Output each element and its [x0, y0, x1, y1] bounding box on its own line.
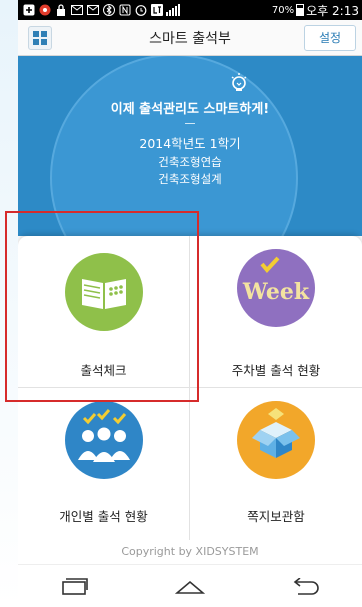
back-button[interactable]: [283, 572, 327, 602]
status-bar: 70% 오후 2:13: [18, 0, 362, 20]
info-banner: 이제 출석관리도 스마트하게! 2014학년도 1학기 건축조형연습 건축조형설…: [18, 56, 362, 236]
grid-menu-icon: [33, 30, 47, 45]
clock: 오후 2:13: [306, 3, 359, 18]
attendance-check-label: 출석체크: [80, 363, 127, 378]
battery-percentage: 70%: [271, 4, 295, 16]
mail-icon: [70, 4, 83, 17]
nfc-icon: [118, 4, 131, 17]
settings-button[interactable]: 설정: [304, 24, 356, 51]
lte-icon: [150, 4, 163, 17]
copyright-text: Copyright by XIDSYSTEM: [18, 540, 362, 564]
alarm-icon: [134, 4, 147, 17]
battery-icon: [296, 4, 305, 16]
course-name: 건축조형연습: [158, 155, 222, 169]
mail-icon: [86, 4, 99, 17]
signal-icon: [166, 4, 180, 16]
bluetooth-icon: [102, 4, 115, 17]
individual-status-label: 개인별 출석 현황: [59, 509, 148, 524]
message-box-label: 쪽지보관함: [247, 509, 305, 524]
message-box-tile[interactable]: 쪽지보관함: [190, 388, 362, 540]
menu-card: 출석체크 Week 주차별 출석 현황 개인별 출석 현황 쪽지보관함: [18, 236, 362, 540]
app-header: 스마트 출석부 설정: [18, 20, 362, 56]
course-name: 건축조형설계: [158, 172, 222, 186]
banner-divider: [185, 123, 195, 124]
semester-label: 2014학년도 1학기: [139, 136, 241, 151]
week-icon: Week: [237, 249, 315, 327]
lock-icon: [54, 4, 67, 17]
back-icon: [293, 577, 319, 595]
notification-icon: [38, 4, 51, 17]
navigation-bar: [18, 564, 362, 607]
weekly-status-label: 주차별 출석 현황: [231, 363, 321, 378]
banner-slogan: 이제 출석관리도 스마트하게!: [110, 102, 270, 117]
attendance-check-tile[interactable]: 출석체크: [18, 236, 190, 388]
people-icon: [65, 401, 143, 479]
grid-menu-button[interactable]: [28, 25, 52, 50]
svg-text:Week: Week: [242, 279, 310, 305]
home-icon: [174, 580, 205, 594]
background-pattern: [0, 0, 18, 607]
add-icon: [22, 4, 35, 17]
recent-apps-button[interactable]: [53, 572, 97, 602]
recent-apps-icon: [62, 577, 89, 595]
open-box-icon: [237, 401, 315, 479]
individual-status-tile[interactable]: 개인별 출석 현황: [18, 388, 190, 540]
home-button[interactable]: [168, 572, 212, 602]
book-icon: [65, 253, 143, 331]
lightbulb-icon: [231, 73, 247, 91]
weekly-status-tile[interactable]: Week 주차별 출석 현황: [190, 236, 362, 388]
phone-screen: 70% 오후 2:13 스마트 출석부 설정 이제 출석관리도 스마트하게! 2…: [18, 0, 362, 607]
